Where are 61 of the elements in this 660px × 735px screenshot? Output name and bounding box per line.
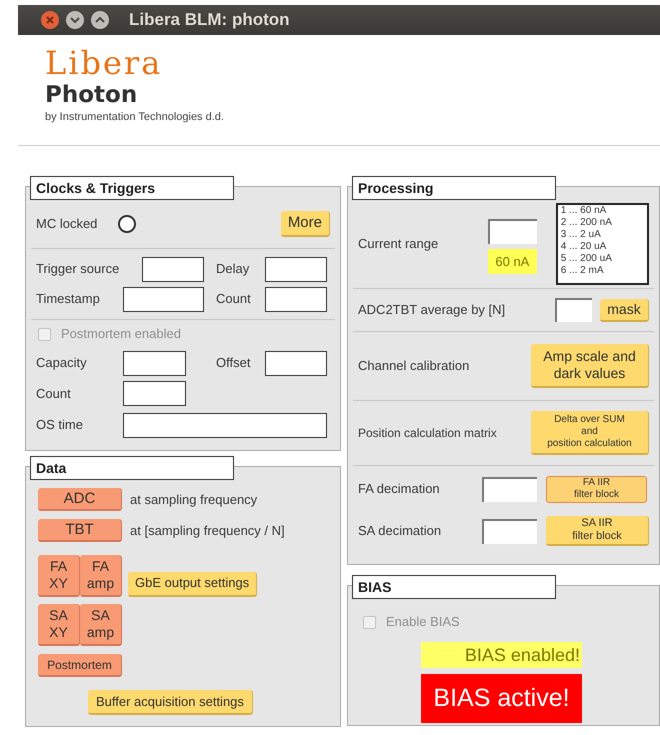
range-readout: 60 nA	[488, 249, 537, 274]
calibration-button[interactable]: Amp scale and dark values	[531, 344, 649, 388]
fa-filter-button[interactable]: FA IIR filter block	[546, 476, 647, 502]
field-label: Count	[215, 290, 252, 308]
fa-amp-button[interactable]: FA amp	[80, 555, 122, 597]
field-label: Channel calibration	[358, 357, 470, 376]
window-title: Libera BLM: photon	[129, 9, 290, 32]
buffer-settings-button[interactable]: Buffer acquisition settings	[88, 690, 253, 715]
position-calculation-button[interactable]: Delta over SUM and position calculation	[531, 411, 649, 455]
tbt-button[interactable]: TBT	[38, 519, 122, 542]
more-button[interactable]: More	[280, 211, 330, 237]
input-field[interactable]	[123, 286, 204, 312]
panel-title: BIAS	[352, 575, 556, 599]
note-text: at sampling frequency	[130, 490, 258, 509]
input-field[interactable]	[555, 298, 592, 322]
status-label: BIAS active!	[421, 674, 582, 723]
field-label: Current range	[358, 235, 440, 254]
input-field[interactable]	[123, 381, 186, 406]
field-label: FA decimation	[358, 480, 441, 498]
panel-title: Data	[30, 456, 234, 480]
field-label: Offset	[215, 354, 252, 372]
input-field[interactable]	[482, 476, 537, 502]
input-field[interactable]	[123, 350, 186, 376]
sa-xy-button[interactable]: SA XY	[38, 604, 80, 646]
status-label: BIAS enabled!	[421, 642, 582, 668]
range-list: 1 ... 60 nA 2 ... 200 nA 3 ... 2 uA 4 ... 20 uA 5 ... 200 uA 6 ... 2 mA	[556, 203, 649, 285]
sa-filter-button[interactable]: SA IIR filter block	[546, 516, 649, 546]
input-field[interactable]	[265, 286, 327, 312]
fa-xy-button[interactable]: FA XY	[38, 555, 80, 597]
input-field[interactable]	[488, 219, 537, 244]
field-label: Delay	[215, 260, 250, 278]
field-label: SA decimation	[358, 522, 442, 540]
tagline: by Instrumentation Technologies d.d.	[45, 110, 224, 125]
panel-title: Processing	[352, 176, 556, 200]
field-label: Timestamp	[36, 290, 101, 308]
input-field[interactable]	[123, 412, 327, 438]
checkbox-label: Enable BIAS	[386, 613, 460, 632]
product-name: Photon	[45, 81, 138, 109]
field-label: MC locked	[36, 215, 98, 234]
input-field[interactable]	[265, 256, 327, 282]
postmortem-button[interactable]: Postmortem	[38, 654, 122, 677]
field-label: ADC2TBT average by [N]	[358, 301, 506, 320]
logo: Libera	[45, 45, 162, 81]
checkbox-label: Postmortem enabled	[61, 325, 181, 344]
field-label: Position calculation matrix	[358, 426, 498, 440]
note-text: at [sampling frequency / N]	[130, 522, 285, 540]
sa-amp-button[interactable]: SA amp	[80, 604, 122, 646]
adc-button[interactable]: ADC	[38, 488, 122, 511]
input-field[interactable]	[482, 518, 537, 544]
maximize-icon[interactable]	[90, 10, 110, 30]
field-label: OS time	[36, 416, 84, 434]
minimize-icon[interactable]	[65, 10, 85, 30]
input-field[interactable]	[142, 256, 204, 282]
panel-title: Clocks & Triggers	[30, 176, 234, 200]
mask-button[interactable]: mask	[600, 298, 649, 322]
close-icon[interactable]	[40, 10, 60, 30]
gbe-settings-button[interactable]: GbE output settings	[128, 572, 258, 596]
input-field[interactable]	[265, 350, 327, 376]
field-label: Trigger source	[36, 260, 120, 278]
field-label: Capacity	[36, 354, 88, 372]
field-label: Count	[36, 384, 72, 403]
